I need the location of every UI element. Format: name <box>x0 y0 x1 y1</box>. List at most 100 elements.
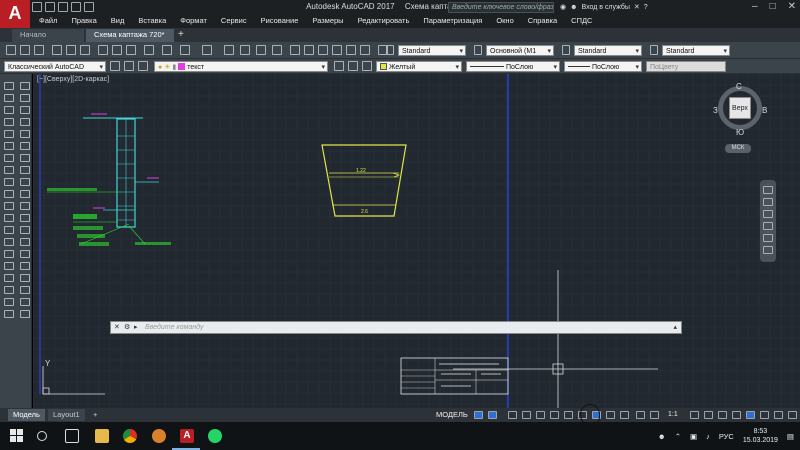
polyline-icon[interactable] <box>4 106 14 114</box>
trim-icon[interactable] <box>20 190 30 198</box>
polygon-icon[interactable] <box>4 118 14 126</box>
isolate-objects-icon[interactable] <box>760 411 769 419</box>
new-icon[interactable] <box>6 45 16 55</box>
viewcube[interactable]: Верх С Ю З В МСК <box>713 82 783 162</box>
mirror-icon[interactable] <box>20 106 30 114</box>
color-select[interactable]: Желтый ▾ <box>376 61 462 72</box>
markup-icon[interactable] <box>346 45 356 55</box>
line-icon[interactable] <box>4 82 14 90</box>
text-style-select[interactable]: Standard ▾ <box>398 45 466 56</box>
redo-icon[interactable] <box>202 45 212 55</box>
spline-icon[interactable] <box>4 178 14 186</box>
design-center-icon[interactable] <box>304 45 314 55</box>
showmotion-icon[interactable] <box>763 234 773 242</box>
lineweight-select[interactable]: ПоСлою ▾ <box>564 61 642 72</box>
polyline-edit-icon[interactable] <box>20 286 30 294</box>
isodraft-icon[interactable] <box>536 411 545 419</box>
workspace-settings-icon[interactable] <box>110 61 120 71</box>
zoom-realtime-icon[interactable] <box>240 45 250 55</box>
keyword-search-input[interactable]: Введите ключевое слово/фразу <box>448 2 554 13</box>
model-space-toggle[interactable]: МОДЕЛЬ <box>436 409 468 421</box>
navbar-menu-icon[interactable] <box>763 246 773 254</box>
zoom-extents-icon[interactable] <box>763 210 773 218</box>
help-icon[interactable]: ? <box>644 2 648 13</box>
cut-icon[interactable] <box>98 45 108 55</box>
table-style-select[interactable]: Standard ▾ <box>574 45 642 56</box>
command-input[interactable]: Введите команду <box>145 322 203 333</box>
search-icon[interactable] <box>37 431 47 441</box>
title-block[interactable] <box>400 357 509 395</box>
multiline-text-icon[interactable] <box>4 298 14 306</box>
properties-icon[interactable] <box>290 45 300 55</box>
workspace-select[interactable]: Классический AutoCAD ▾ <box>4 61 106 72</box>
object-snap-tracking-icon[interactable] <box>550 411 559 419</box>
gradient-icon[interactable] <box>4 262 14 270</box>
annotation-monitor-icon[interactable] <box>704 411 713 419</box>
menu-file[interactable]: Файл <box>32 15 64 27</box>
chevron-up-icon[interactable]: ⌃ <box>675 432 681 441</box>
stretch-icon[interactable] <box>20 178 30 186</box>
annotation-visibility-icon[interactable] <box>636 411 645 419</box>
3d-osnap-icon[interactable] <box>620 411 629 419</box>
tab-drawing[interactable]: Схема каптажа 720* <box>86 29 174 42</box>
compass-south[interactable]: Ю <box>736 128 744 137</box>
menu-modify[interactable]: Редактировать <box>351 15 417 27</box>
layer-state-icon[interactable] <box>138 61 148 71</box>
circle-icon[interactable] <box>4 154 14 162</box>
plot-icon[interactable] <box>84 2 94 12</box>
menu-draw[interactable]: Рисование <box>254 15 306 27</box>
sheet-set-icon[interactable] <box>332 45 342 55</box>
polar-toggle-icon[interactable] <box>522 411 531 419</box>
layer-properties-icon[interactable] <box>124 61 134 71</box>
tab-layout1[interactable]: Layout1 <box>48 409 85 421</box>
plot-icon[interactable] <box>52 45 62 55</box>
rectangle-icon[interactable] <box>4 130 14 138</box>
make-block-icon[interactable] <box>4 226 14 234</box>
tool-palettes-icon[interactable] <box>318 45 328 55</box>
break-at-point-icon[interactable] <box>20 214 30 222</box>
chamfer-icon[interactable] <box>20 250 30 258</box>
object-snap-icon[interactable] <box>564 411 573 419</box>
paste-icon[interactable] <box>126 45 136 55</box>
menu-edit[interactable]: Правка <box>64 15 103 27</box>
auto-scale-icon[interactable] <box>650 411 659 419</box>
language-indicator[interactable]: РУС <box>719 432 734 441</box>
exchange-icon[interactable]: ✕ <box>634 2 640 13</box>
add-layout-icon[interactable]: + <box>88 409 102 421</box>
sign-in-button[interactable]: Вход в службы <box>581 2 629 13</box>
viewport-controls-label[interactable]: [−][Сверху][2D-каркас] <box>37 76 109 83</box>
drawing-canvas[interactable]: 1.22 2.6 Y [−][Сверху][2D-каркас] Верх С… <box>33 74 800 408</box>
binoculars-icon[interactable]: ◉ <box>560 2 566 13</box>
dim-style-select[interactable]: Основной (М1 ▾ <box>486 45 554 56</box>
tab-start[interactable]: Начало <box>12 29 84 42</box>
layer-select[interactable]: ● ☀ ▮ текст ▾ <box>154 61 328 72</box>
linetype-select[interactable]: ПоСлою ▾ <box>466 61 560 72</box>
pan-icon[interactable] <box>224 45 234 55</box>
mleader-style-select[interactable]: Standard ▾ <box>662 45 730 56</box>
compass-east[interactable]: В <box>762 106 767 115</box>
network-icon[interactable]: ▣ <box>690 432 697 441</box>
copy-object-icon[interactable] <box>20 94 30 102</box>
ellipse-icon[interactable] <box>4 190 14 198</box>
menu-view[interactable]: Вид <box>104 15 132 27</box>
viewcube-face-top[interactable]: Верх <box>729 97 751 119</box>
arc-icon[interactable] <box>4 142 14 150</box>
minimize-icon[interactable]: – <box>752 1 758 12</box>
maximize-icon[interactable]: □ <box>770 1 776 12</box>
copy-icon[interactable] <box>112 45 122 55</box>
new-tab-icon[interactable]: + <box>178 29 184 40</box>
explode-icon[interactable] <box>20 274 30 282</box>
undo-icon[interactable] <box>180 45 190 55</box>
break-icon[interactable] <box>20 226 30 234</box>
move-icon[interactable] <box>20 142 30 150</box>
selection-cycling-icon[interactable] <box>606 411 615 419</box>
tank-outline[interactable]: 1.22 2.6 <box>321 144 407 217</box>
user-tray-icon[interactable]: ☻ <box>658 432 666 441</box>
region-icon[interactable] <box>4 274 14 282</box>
quickcalc-icon[interactable] <box>360 45 370 55</box>
ucs-menu-button[interactable]: МСК <box>725 144 751 153</box>
insert-block-icon[interactable] <box>4 214 14 222</box>
array-icon[interactable] <box>20 130 30 138</box>
chrome-icon[interactable] <box>123 429 137 443</box>
customization-icon[interactable] <box>788 411 797 419</box>
